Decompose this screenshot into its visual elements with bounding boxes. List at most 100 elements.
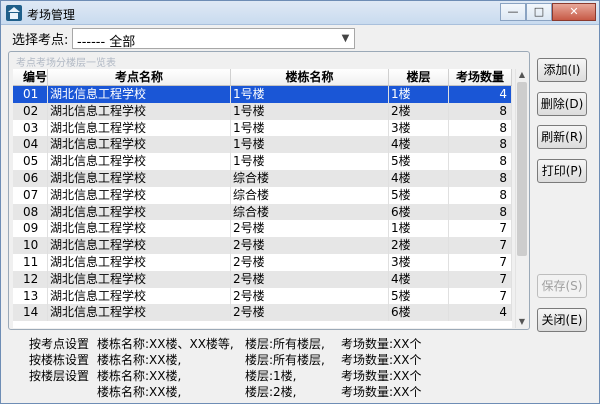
chevron-down-icon[interactable]: ▼ [337, 29, 354, 48]
cell-floor: 6楼 [389, 304, 449, 322]
cell-id: 12 [13, 270, 48, 288]
cell-floor: 2楼 [389, 237, 449, 254]
cell-building-name: 1号楼 [231, 153, 389, 170]
help-floor: 楼层:所有楼层, [245, 353, 325, 367]
cell-room-count: 8 [449, 186, 512, 204]
column-header-floor[interactable]: 楼层 [389, 69, 449, 85]
cell-building-name: 1号楼 [231, 102, 389, 120]
site-filter-label: 选择考点: [12, 32, 69, 48]
table-row[interactable]: 01 湖北信息工程学校 1号楼 1楼 4 [13, 86, 512, 103]
cell-floor: 1楼 [389, 86, 449, 103]
exam-room-group: 考点考场分楼层一览表 编号 考点名称 楼栋名称 楼层 考场数量 01 湖北信息工程学校 1号… [8, 51, 530, 330]
cell-building-name: 综合楼 [231, 186, 389, 204]
help-count-column: 考场数量:XX个 考场数量:XX个 考场数量:XX个 考场数量:XX个 [341, 336, 422, 400]
help-count: 考场数量:XX个 [341, 353, 422, 367]
window-title: 考场管理 [27, 8, 76, 22]
cell-id: 07 [13, 186, 48, 204]
table-row[interactable]: 07 湖北信息工程学校 综合楼 5楼 8 [13, 186, 512, 204]
cell-building-name: 2号楼 [231, 270, 389, 288]
add-button[interactable]: 添加(I) [537, 58, 587, 82]
close-window-button[interactable]: ✕ [552, 3, 596, 21]
help-mode-column: 按考点设置 按楼栋设置 按楼层设置 [29, 336, 89, 400]
cell-site-name: 湖北信息工程学校 [48, 86, 231, 103]
cell-site-name: 湖北信息工程学校 [48, 287, 231, 305]
table-row[interactable]: 09 湖北信息工程学校 2号楼 1楼 7 [13, 220, 512, 238]
cell-room-count: 7 [449, 270, 512, 288]
delete-button[interactable]: 删除(D) [537, 92, 587, 116]
cell-site-name: 湖北信息工程学校 [48, 169, 231, 187]
cell-id: 05 [13, 153, 48, 170]
site-select-value: ------ 全部 [77, 35, 136, 50]
cell-id: 02 [13, 102, 48, 120]
cell-site-name: 湖北信息工程学校 [48, 186, 231, 204]
exam-room-management-window: 考场管理 — □ ✕ 选择考点: ------ 全部 ▼ 考点考场分楼层一览表 … [0, 0, 600, 404]
minimize-button[interactable]: — [500, 3, 526, 21]
cell-building-name: 2号楼 [231, 220, 389, 238]
cell-room-count: 8 [449, 153, 512, 170]
table-body: 01 湖北信息工程学校 1号楼 1楼 4 02 湖北信息工程学校 1号楼 2楼 8 03 湖北信息工程… [13, 86, 512, 322]
cell-floor: 6楼 [389, 203, 449, 221]
help-mode: 按楼层设置 [29, 369, 90, 383]
help-mode: 按考点设置 [29, 337, 90, 351]
close-button[interactable]: 关闭(E) [537, 308, 587, 332]
scroll-down-icon[interactable]: ▼ [516, 316, 528, 328]
cell-id: 13 [13, 287, 48, 305]
column-header-site[interactable]: 考点名称 [48, 69, 231, 85]
cell-building-name: 2号楼 [231, 304, 389, 322]
refresh-button[interactable]: 刷新(R) [537, 125, 587, 149]
cell-room-count: 7 [449, 237, 512, 254]
site-select[interactable]: ------ 全部 ▼ [72, 28, 355, 50]
cell-room-count: 7 [449, 253, 512, 271]
scroll-thumb[interactable] [517, 82, 527, 256]
cell-room-count: 7 [449, 287, 512, 305]
cell-site-name: 湖北信息工程学校 [48, 119, 231, 137]
cell-site-name: 湖北信息工程学校 [48, 102, 231, 120]
cell-floor: 4楼 [389, 270, 449, 288]
table-row[interactable]: 12 湖北信息工程学校 2号楼 4楼 7 [13, 270, 512, 288]
cell-room-count: 8 [449, 136, 512, 154]
column-header-id[interactable]: 编号 [13, 69, 48, 85]
table-row[interactable]: 13 湖北信息工程学校 2号楼 5楼 7 [13, 287, 512, 305]
table-row[interactable]: 03 湖北信息工程学校 1号楼 3楼 8 [13, 119, 512, 137]
column-header-building[interactable]: 楼栋名称 [231, 69, 389, 85]
cell-room-count: 7 [449, 220, 512, 238]
help-building: 楼栋名称:XX楼, [97, 369, 182, 383]
cell-id: 09 [13, 220, 48, 238]
cell-building-name: 1号楼 [231, 136, 389, 154]
help-mode [29, 384, 89, 400]
help-floor: 楼层:所有楼层, [245, 337, 325, 351]
exam-room-table[interactable]: 编号 考点名称 楼栋名称 楼层 考场数量 01 湖北信息工程学校 1号楼 1楼 4 02 湖北信息工… [13, 69, 512, 328]
cell-site-name: 湖北信息工程学校 [48, 203, 231, 221]
table-row[interactable]: 06 湖北信息工程学校 综合楼 4楼 8 [13, 169, 512, 187]
table-row[interactable]: 10 湖北信息工程学校 2号楼 2楼 7 [13, 237, 512, 254]
maximize-button[interactable]: □ [526, 3, 552, 21]
save-button[interactable]: 保存(S) [537, 274, 587, 298]
cell-id: 06 [13, 169, 48, 187]
vertical-scrollbar[interactable]: ▲ ▼ [515, 69, 527, 328]
cell-id: 14 [13, 304, 48, 322]
cell-floor: 5楼 [389, 153, 449, 170]
scroll-up-icon[interactable]: ▲ [516, 69, 528, 81]
cell-building-name: 2号楼 [231, 237, 389, 254]
cell-building-name: 1号楼 [231, 86, 389, 103]
cell-site-name: 湖北信息工程学校 [48, 304, 231, 322]
print-button[interactable]: 打印(P) [537, 159, 587, 183]
help-mode: 按楼栋设置 [29, 353, 90, 367]
table-row[interactable]: 05 湖北信息工程学校 1号楼 5楼 8 [13, 153, 512, 170]
table-row[interactable]: 08 湖北信息工程学校 综合楼 6楼 8 [13, 203, 512, 221]
table-row[interactable]: 14 湖北信息工程学校 2号楼 6楼 4 [13, 304, 512, 322]
help-count: 考场数量:XX个 [341, 385, 422, 399]
cell-building-name: 综合楼 [231, 169, 389, 187]
site-filter: 选择考点: ------ 全部 ▼ [12, 28, 355, 50]
cell-room-count: 4 [449, 86, 512, 103]
cell-floor: 5楼 [389, 186, 449, 204]
title-bar[interactable]: 考场管理 — □ ✕ [1, 1, 599, 25]
cell-id: 11 [13, 253, 48, 271]
cell-building-name: 2号楼 [231, 253, 389, 271]
group-caption: 考点考场分楼层一览表 [16, 58, 116, 69]
table-row[interactable]: 02 湖北信息工程学校 1号楼 2楼 8 [13, 102, 512, 120]
column-header-count[interactable]: 考场数量 [449, 69, 512, 85]
table-row[interactable]: 11 湖北信息工程学校 2号楼 3楼 7 [13, 253, 512, 271]
table-row[interactable]: 04 湖北信息工程学校 1号楼 4楼 8 [13, 136, 512, 154]
table-header: 编号 考点名称 楼栋名称 楼层 考场数量 [13, 69, 512, 86]
